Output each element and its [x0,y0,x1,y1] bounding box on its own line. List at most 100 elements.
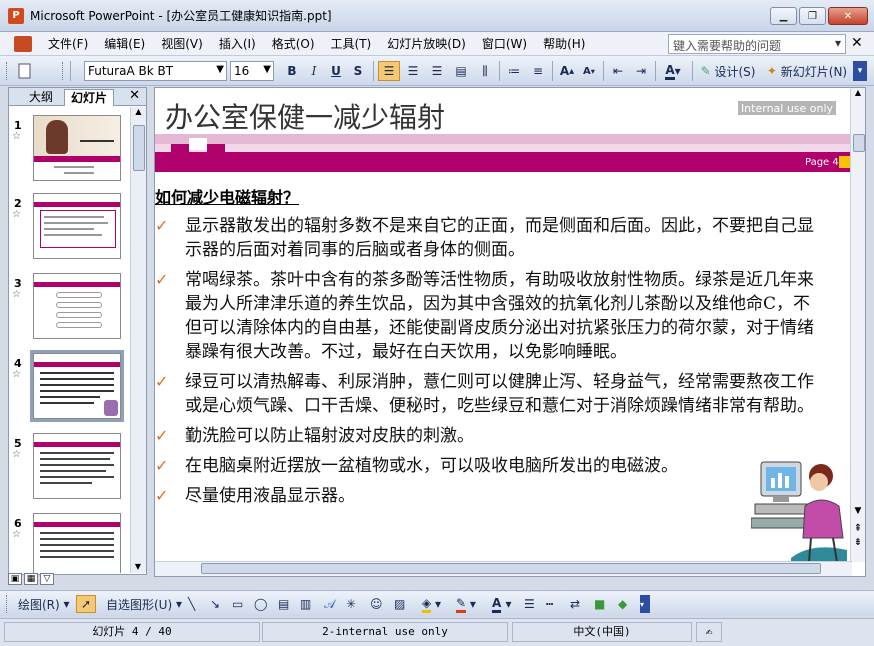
menu-format[interactable]: 格式(O) [264,33,323,55]
close-window-button[interactable]: ✕ [828,7,868,25]
normal-view-icon[interactable]: ▣ [8,573,22,585]
slide-vertical-scrollbar[interactable]: ▲ ▼ ⇞ ⇟ [850,88,865,562]
slide-horizontal-scrollbar[interactable] [155,561,852,576]
decrease-font-icon[interactable]: A ▾ [578,61,600,81]
toolbar-options-icon[interactable]: ▾ [640,595,650,613]
autoshapes-button[interactable]: 自选图形(U) ▾ [106,595,182,613]
menu-slideshow[interactable]: 幻灯片放映(D) [379,33,474,55]
shadow-button[interactable]: S [348,61,368,81]
menu-help[interactable]: 帮助(H) [535,33,593,55]
woman-at-computer-clipart[interactable] [751,458,851,562]
slide-thumbnail-6[interactable]: 6 ☆ [9,509,131,573]
menu-window[interactable]: 窗口(W) [474,33,535,55]
numbering-icon[interactable]: ≔ [503,61,525,81]
toolbar-grip[interactable] [6,595,9,613]
justify-icon[interactable]: ▤ [450,61,472,81]
increase-indent-icon[interactable]: ⇥ [630,61,652,81]
close-pane-icon[interactable]: ✕ [129,88,140,103]
powerpoint-app-icon[interactable]: P [8,7,24,24]
slideshow-view-icon[interactable]: ▽ [40,573,54,585]
line-color-icon[interactable]: ✎ ▾ [456,595,476,613]
increase-font-icon[interactable]: A ▴ [556,61,578,81]
scrollbar-thumb[interactable] [853,134,865,152]
slide-canvas[interactable]: 办公室保健一减少辐射 Internal use only Page 4 如何减少… [155,88,852,562]
slides-pane-scrollbar[interactable]: ▲ ▼ [130,107,146,573]
design-button[interactable]: ✎ 设计(S) [697,61,759,81]
select-pointer-icon[interactable]: ➚ [76,595,96,613]
scroll-up-icon[interactable]: ▲ [851,88,865,97]
slide-sorter-icon[interactable]: ▦ [24,573,38,585]
slide-thumbnail-2[interactable]: 2 ☆ [9,189,131,263]
draw-menu-button[interactable]: 绘图(R) ▾ [18,595,70,613]
line-icon[interactable]: ╲ [188,595,195,613]
slide-thumbnail-image [33,115,121,181]
slide-thumbnail-image [33,193,121,259]
font-size-select[interactable]: 16 ▼ [230,61,274,81]
slide-editor: 办公室保健一减少辐射 Internal use only Page 4 如何减少… [154,87,866,577]
bullet-list[interactable]: ✓ 显示器散发出的辐射多数不是来自它的正面，而是侧面和后面。因此，不要把自己显示器… [155,214,825,514]
scroll-down-icon[interactable]: ▼ [131,562,145,571]
rectangle-icon[interactable]: ▭ [232,595,243,613]
bullets-icon[interactable]: ≡ [527,61,549,81]
align-left-icon[interactable]: ☰ [378,61,400,81]
font-name-select[interactable]: FuturaA Bk BT ▼ [84,61,227,81]
close-document-icon[interactable]: ✕ [851,35,863,51]
clipart-icon[interactable]: ☺ [370,595,383,613]
fill-color-icon[interactable]: ◈ ▾ [422,595,441,613]
menu-tools[interactable]: 工具(T) [323,33,380,55]
vertical-textbox-icon[interactable]: ▥ [300,595,311,613]
toolbar-options-icon[interactable]: ▾ [853,61,867,81]
menu-insert[interactable]: 插入(I) [211,33,264,55]
scroll-up-icon[interactable]: ▲ [131,107,146,116]
decrease-indent-icon[interactable]: ⇤ [607,61,629,81]
arrow-icon[interactable]: ↘ [210,595,220,613]
font-color-icon[interactable]: A ▾ [658,61,688,81]
page-number-label: Page 4 [805,157,839,168]
line-style-icon[interactable]: ☰ [524,595,535,613]
scroll-down-icon[interactable]: ▼ [851,506,865,516]
tab-outline[interactable]: 大纲 [23,89,59,106]
oval-icon[interactable]: ◯ [254,595,267,613]
wordart-icon[interactable]: 𝒜 [324,595,335,613]
dash-style-icon[interactable]: ┅ [546,595,553,613]
menu-file[interactable]: 文件(F) [40,33,96,55]
content-heading[interactable]: 如何减少电磁辐射？ [155,184,299,208]
slide-thumbnail-image [33,433,121,499]
list-item: ✓ 常喝绿茶。茶叶中含有的茶多酚等活性物质，有助吸收放射性物质。绿茶是近几年来最为… [155,268,825,364]
help-search-input[interactable]: 键入需要帮助的问题 [668,34,846,54]
menu-edit[interactable]: 编辑(E) [96,33,153,55]
align-center-icon[interactable]: ☰ [402,61,424,81]
picture-icon[interactable]: ▨ [394,595,405,613]
align-right-icon[interactable]: ☰ [426,61,448,81]
new-slide-button[interactable]: ✦ 新幻灯片(N) [762,61,852,81]
restore-button[interactable]: ❐ [799,7,826,25]
distribute-icon[interactable]: ⫼ [474,61,496,81]
3d-style-icon[interactable]: ◆ [618,595,627,613]
tab-slides[interactable]: 幻灯片 [64,89,115,106]
new-document-icon[interactable] [14,61,36,81]
diagram-icon[interactable]: ✳ [346,595,356,613]
spelling-status-icon[interactable]: ✍ [696,622,722,642]
arrow-style-icon[interactable]: ⇄ [570,595,580,613]
slide-thumbnail-4[interactable]: 4 ☆ [9,349,131,423]
textbox-icon[interactable]: ▤ [278,595,289,613]
toolbar-grip[interactable] [6,62,9,80]
slide-thumbnail-5[interactable]: 5 ☆ [9,429,131,503]
formatting-toolbar: FuturaA Bk BT ▼ 16 ▼ B I U S ☰ ☰ ☰ ▤ ⫼ ≔ ≡… [0,56,874,86]
minimize-button[interactable]: ▁ [770,7,797,25]
next-slide-icon[interactable]: ⇟ [851,537,865,548]
scrollbar-thumb[interactable] [201,563,821,574]
slide-thumbnail-3[interactable]: 3 ☆ [9,269,131,343]
slide-title[interactable]: 办公室保健一减少辐射 [165,96,445,136]
menu-view[interactable]: 视图(V) [153,33,211,55]
slide-thumbnail-1[interactable]: 1 ☆ [9,111,131,185]
toolbar-grip-2[interactable] [62,62,65,80]
draw-font-color-icon[interactable]: A ▾ [492,595,512,613]
underline-button[interactable]: U [326,61,346,81]
document-icon[interactable] [14,35,32,52]
bold-button[interactable]: B [282,61,302,81]
scrollbar-thumb[interactable] [133,125,145,171]
previous-slide-icon[interactable]: ⇞ [851,523,865,534]
shadow-style-icon[interactable]: ■ [594,595,605,613]
italic-button[interactable]: I [304,61,324,81]
